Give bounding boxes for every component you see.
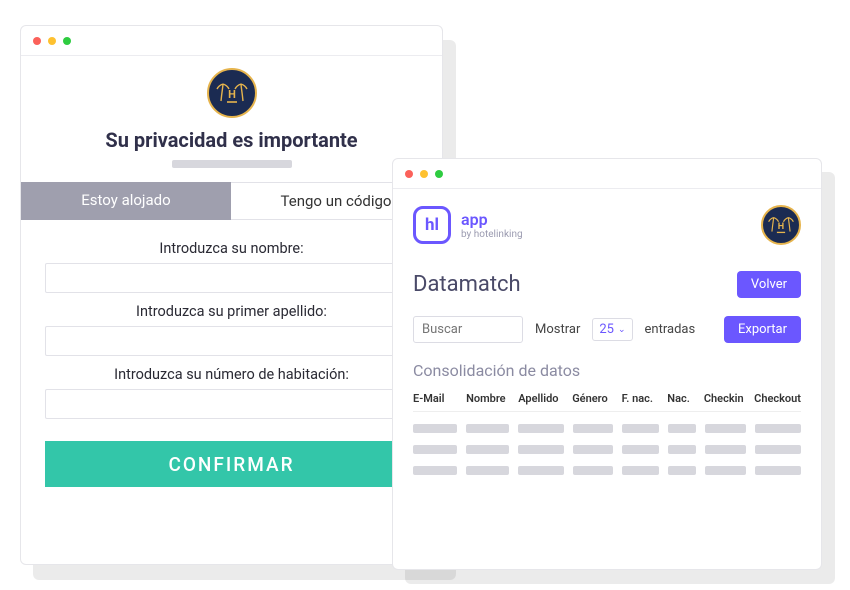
cell-placeholder	[518, 445, 563, 454]
auth-tabs: Estoy alojado Tengo un código	[21, 182, 442, 220]
app-brand: hl app by hotelinking	[413, 206, 523, 244]
entries-label: entradas	[645, 322, 696, 337]
hotel-logo: H	[207, 68, 257, 118]
cell-placeholder	[705, 466, 746, 475]
datamatch-window: hl app by hotelinking H	[392, 158, 822, 570]
cell-placeholder	[573, 466, 614, 475]
cell-placeholder	[466, 424, 509, 433]
export-button[interactable]: Exportar	[724, 316, 801, 343]
cell-placeholder	[755, 424, 801, 433]
minimize-icon[interactable]	[420, 170, 428, 178]
cell-placeholder	[466, 445, 509, 454]
col-checkout[interactable]: Checkout	[754, 392, 801, 405]
app-name: app	[461, 210, 523, 229]
table-row	[413, 424, 801, 433]
svg-text:H: H	[778, 222, 784, 232]
cell-placeholder	[573, 445, 614, 454]
table-header: E-Mail Nombre Apellido Género F. nac. Na…	[413, 392, 801, 412]
label-room: Introduzca su número de habitación:	[45, 366, 418, 383]
cell-placeholder	[668, 445, 696, 454]
titlebar	[393, 159, 821, 189]
table-title: Consolidación de datos	[413, 361, 801, 380]
cell-placeholder	[622, 424, 659, 433]
tab-guest[interactable]: Estoy alojado	[21, 182, 231, 220]
privacy-title: Su privacidad es importante	[105, 128, 357, 152]
cell-placeholder	[518, 424, 563, 433]
show-label: Mostrar	[535, 322, 580, 337]
cell-placeholder	[518, 466, 563, 475]
table-row	[413, 445, 801, 454]
col-nombre[interactable]: Nombre	[466, 392, 509, 405]
label-surname: Introduzca su primer apellido:	[45, 303, 418, 320]
section-title: Datamatch	[413, 272, 521, 297]
col-apellido[interactable]: Apellido	[518, 392, 563, 405]
cell-placeholder	[413, 445, 457, 454]
back-button[interactable]: Volver	[737, 271, 801, 298]
cell-placeholder	[573, 424, 614, 433]
room-input[interactable]	[45, 389, 418, 419]
col-fnac[interactable]: F. nac.	[622, 392, 659, 405]
page-size-value: 25	[599, 322, 614, 337]
table-row	[413, 466, 801, 475]
chevron-down-icon: ⌄	[618, 325, 626, 335]
col-email[interactable]: E-Mail	[413, 392, 457, 405]
col-genero[interactable]: Género	[572, 392, 612, 405]
name-input[interactable]	[45, 263, 418, 293]
label-name: Introduzca su nombre:	[45, 240, 418, 257]
titlebar	[21, 26, 442, 56]
svg-text:H: H	[228, 88, 236, 101]
page-size-select[interactable]: 25 ⌄	[592, 318, 632, 341]
privacy-window: H Su privacidad es importante Estoy aloj…	[20, 25, 443, 565]
hotel-logo: H	[761, 205, 801, 245]
app-subtitle: by hotelinking	[461, 229, 523, 240]
cell-placeholder	[755, 445, 801, 454]
cell-placeholder	[705, 445, 746, 454]
close-icon[interactable]	[33, 37, 41, 45]
maximize-icon[interactable]	[63, 37, 71, 45]
col-checkin[interactable]: Checkin	[704, 392, 745, 405]
cell-placeholder	[755, 466, 801, 475]
minimize-icon[interactable]	[48, 37, 56, 45]
cell-placeholder	[413, 466, 457, 475]
maximize-icon[interactable]	[435, 170, 443, 178]
cell-placeholder	[466, 466, 509, 475]
cell-placeholder	[622, 445, 659, 454]
subtitle-placeholder	[172, 160, 292, 168]
cell-placeholder	[705, 424, 746, 433]
search-input[interactable]	[413, 316, 523, 343]
cell-placeholder	[668, 466, 696, 475]
cell-placeholder	[668, 424, 696, 433]
hl-logo-icon: hl	[413, 206, 451, 244]
surname-input[interactable]	[45, 326, 418, 356]
cell-placeholder	[622, 466, 659, 475]
col-nac[interactable]: Nac.	[667, 392, 695, 405]
confirm-button[interactable]: CONFIRMAR	[45, 441, 418, 487]
close-icon[interactable]	[405, 170, 413, 178]
cell-placeholder	[413, 424, 457, 433]
